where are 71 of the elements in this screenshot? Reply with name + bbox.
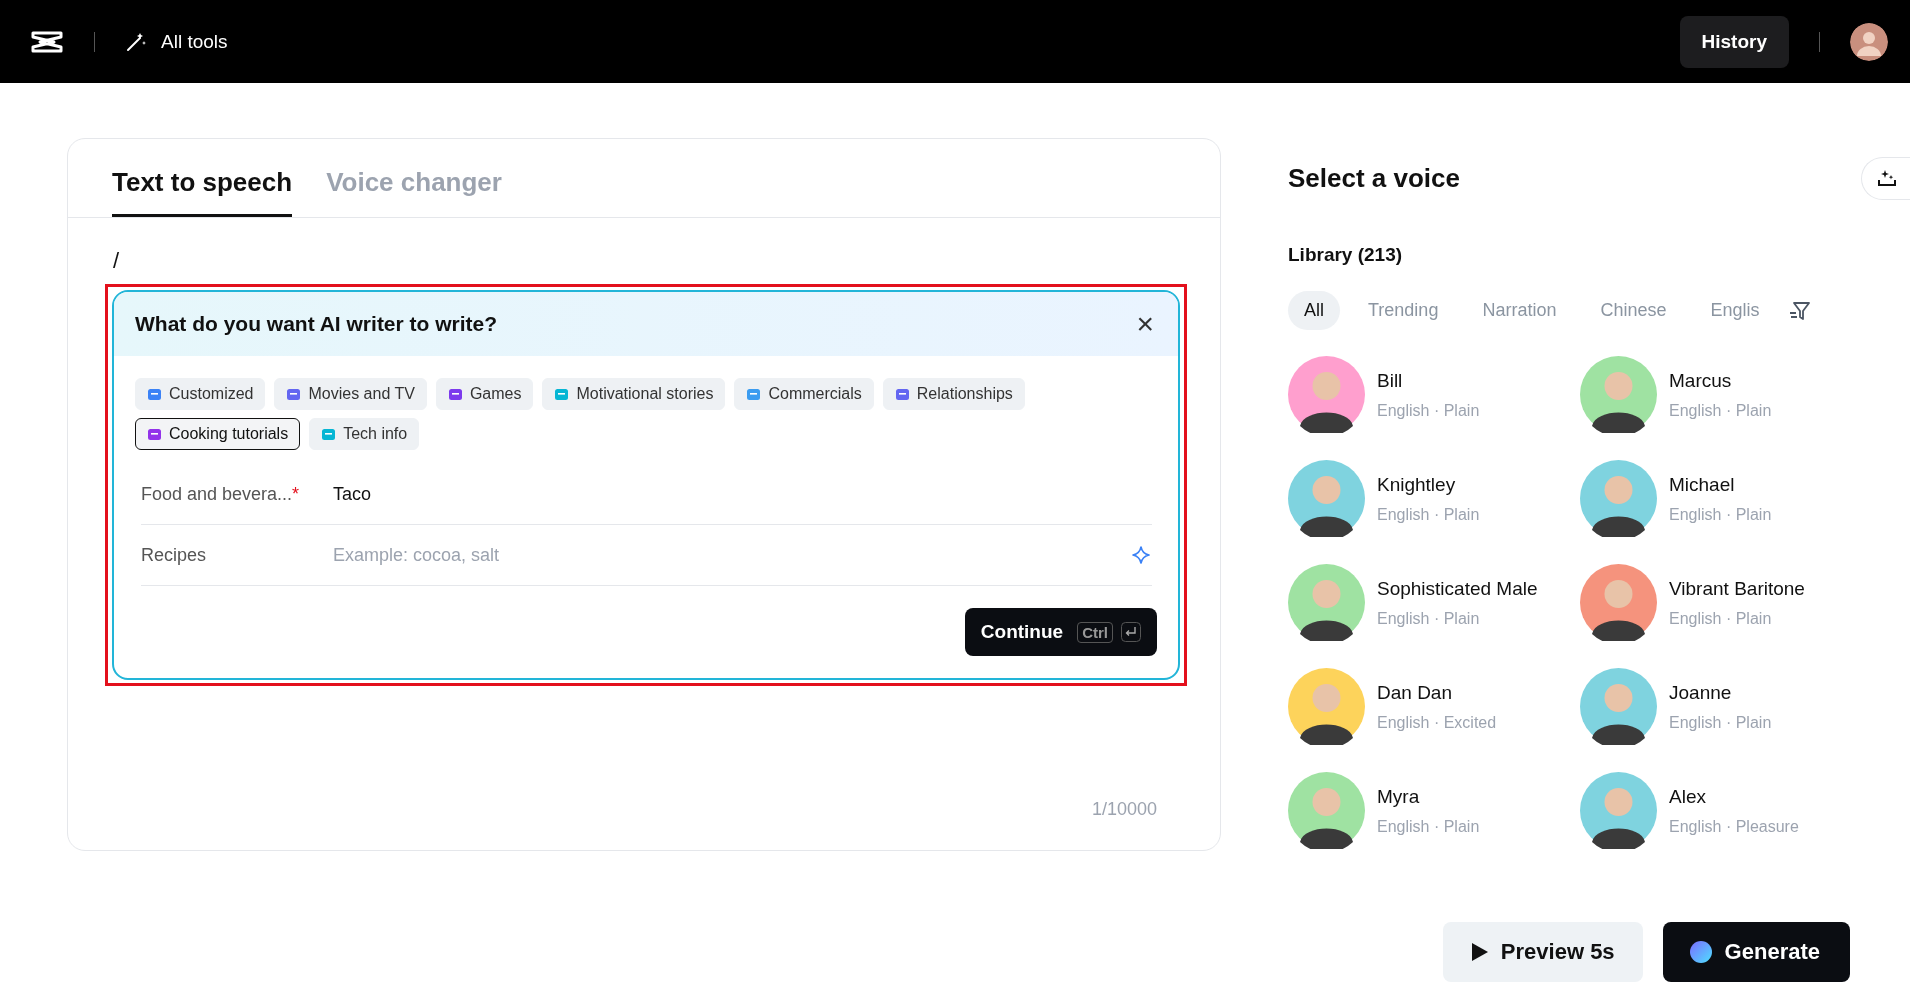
- category-icon: [147, 386, 162, 402]
- voice-name: Marcus: [1669, 369, 1733, 392]
- input-field[interactable]: Taco: [331, 482, 1152, 506]
- voice-name: Joanne: [1669, 681, 1733, 704]
- voice-item[interactable]: Knightley English · Plain: [1288, 460, 1580, 537]
- voice-item[interactable]: Sophisticated Male English · Plain: [1288, 564, 1580, 641]
- category-icon: [321, 426, 337, 442]
- voice-name: Alex: [1669, 785, 1707, 808]
- voice-item[interactable]: Dan Dan English · Excited: [1288, 668, 1580, 745]
- panel-title: What do you want AI writer to write?: [135, 312, 498, 336]
- category-chip[interactable]: Cooking tutorials: [135, 418, 301, 450]
- generate-button[interactable]: Generate: [1662, 922, 1850, 982]
- voice-name: Knightley: [1377, 473, 1457, 496]
- voice-description: English · Plain: [1669, 401, 1772, 420]
- voice-item[interactable]: Alex English · Pleasure: [1580, 772, 1840, 849]
- voice-description: English · Plain: [1669, 713, 1772, 732]
- category-icon: [286, 386, 302, 402]
- field-label: Recipes: [141, 544, 208, 566]
- voice-item[interactable]: Marcus English · Plain: [1580, 356, 1840, 433]
- continue-button[interactable]: Continue Ctrl: [964, 608, 1157, 656]
- category-chip[interactable]: Games: [435, 378, 534, 410]
- library-heading: Library (213): [1288, 244, 1404, 266]
- section-title: Select a voice: [1288, 163, 1460, 194]
- category-icon: [746, 386, 762, 402]
- input-field[interactable]: Example: cocoa, salt: [331, 543, 1132, 567]
- all-tools-link[interactable]: All tools: [125, 30, 228, 53]
- enter-key-icon: [1121, 622, 1141, 642]
- voice-name: Vibrant Baritone: [1669, 577, 1805, 600]
- voice-description: English · Pleasure: [1669, 817, 1799, 836]
- category-icon: [447, 386, 463, 402]
- voice-item[interactable]: Bill English · Plain: [1288, 356, 1580, 433]
- category-chip[interactable]: Commercials: [734, 378, 874, 410]
- voice-description: English · Plain: [1669, 505, 1772, 524]
- voice-name: Michael: [1669, 473, 1736, 496]
- voice-item[interactable]: Joanne English · Plain: [1580, 668, 1840, 745]
- editor-text[interactable]: /: [113, 248, 1187, 274]
- close-button[interactable]: ×: [1132, 309, 1158, 339]
- voice-name: Myra: [1377, 785, 1421, 808]
- voice-description: English · Plain: [1669, 609, 1773, 628]
- category-chip[interactable]: Tech info: [309, 418, 420, 450]
- orb-icon: [1688, 940, 1713, 964]
- sparkle-icon[interactable]: [1132, 545, 1152, 565]
- voice-description: English · Plain: [1377, 817, 1480, 836]
- voice-item[interactable]: Myra English · Plain: [1288, 772, 1580, 849]
- voice-item[interactable]: Vibrant Baritone English · Plain: [1580, 564, 1840, 641]
- category-icon: [147, 426, 162, 442]
- voice-name: Sophisticated Male: [1377, 577, 1538, 600]
- category-chip[interactable]: Customized: [135, 378, 266, 410]
- upload-voice-button[interactable]: [1861, 157, 1910, 200]
- category-icon: [554, 386, 570, 402]
- voice-name: Dan Dan: [1377, 681, 1453, 704]
- category-chip[interactable]: Movies and TV: [274, 378, 427, 410]
- logo-icon[interactable]: [30, 29, 64, 54]
- voice-description: English · Excited: [1377, 713, 1497, 732]
- voice-description: English · Plain: [1377, 609, 1481, 628]
- voice-description: English · Plain: [1377, 401, 1480, 420]
- filter-tab[interactable]: All: [1288, 291, 1340, 330]
- voice-name: Bill: [1377, 369, 1404, 392]
- category-chip[interactable]: Motivational stories: [542, 378, 726, 410]
- shortcut-key: Ctrl: [1077, 621, 1113, 643]
- history-button[interactable]: History: [1679, 15, 1789, 68]
- character-counter: 1/10000: [1091, 799, 1157, 820]
- avatar-icon[interactable]: [1850, 22, 1888, 61]
- field-label: Food and bevera...*: [141, 483, 301, 505]
- play-icon: [1470, 942, 1489, 962]
- category-chip[interactable]: Relationships: [882, 378, 1025, 410]
- tab[interactable]: Text to speech: [112, 167, 293, 217]
- category-icon: [894, 386, 910, 402]
- preview-button[interactable]: Preview 5s: [1442, 922, 1643, 982]
- voice-description: English · Plain: [1377, 505, 1480, 524]
- voice-item[interactable]: Michael English · Plain: [1580, 460, 1840, 537]
